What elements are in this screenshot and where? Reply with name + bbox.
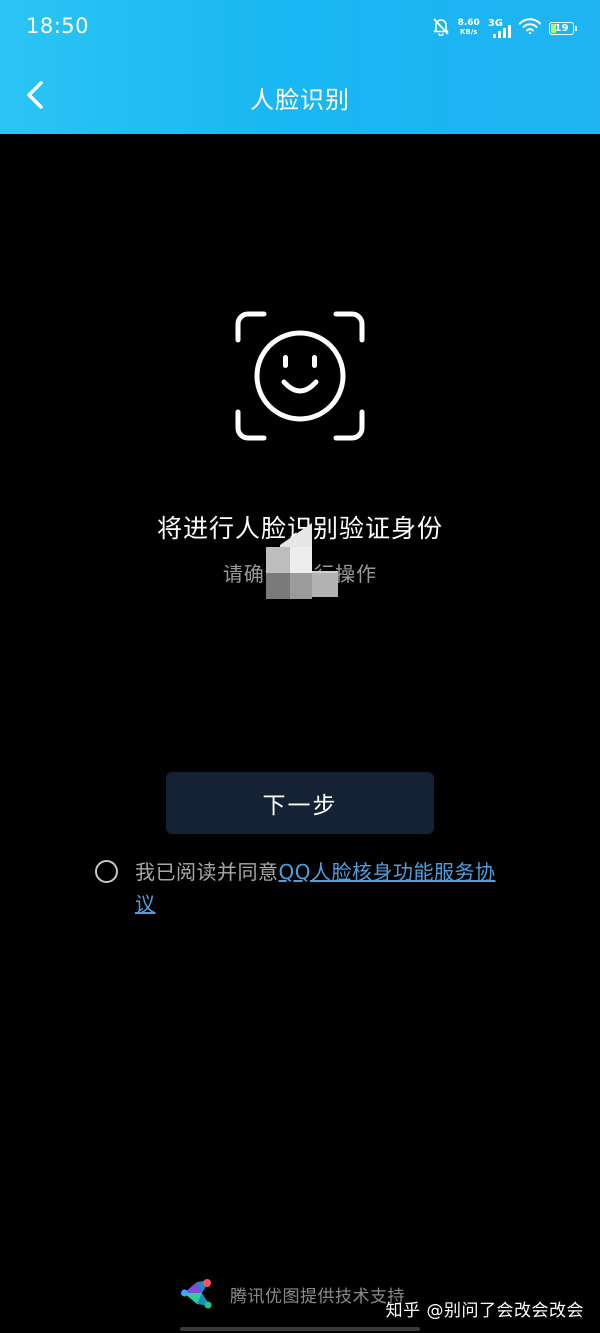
status-icons: 8.60 KB/s 3G 19: [432, 16, 577, 40]
nav-bar: 人脸识别: [0, 56, 600, 134]
header-area: 18:50 8.60 KB/s 3G 19 人脸识别: [0, 0, 600, 134]
battery-level: 19: [554, 22, 569, 34]
status-bar: 18:50 8.60 KB/s 3G 19: [0, 0, 600, 56]
zhihu-watermark: 知乎 @别问了会改会改会: [385, 1301, 584, 1321]
face-scan-icon: [235, 311, 365, 441]
face-recognition-screen: 18:50 8.60 KB/s 3G 19 人脸识别 将进行人脸识别验证身份 请…: [0, 0, 600, 1333]
tech-support-text: 腾讯优图提供技术支持: [230, 1287, 405, 1307]
main-title: 将进行人脸识别验证身份: [156, 514, 443, 543]
wifi-icon: [519, 18, 541, 38]
network-type: 3G: [487, 17, 503, 29]
battery-icon: 19: [549, 21, 577, 35]
identity-prompt: 请确认是 行操作: [222, 562, 378, 586]
net-speed-value: 8.60: [457, 18, 480, 28]
mute-bell-icon: [432, 16, 450, 40]
agreement-checkbox[interactable]: [95, 860, 118, 883]
next-step-button[interactable]: 下一步: [166, 772, 434, 834]
status-time: 18:50: [26, 14, 90, 38]
agreement-prefix: 我已阅读并同意: [135, 860, 279, 884]
youtu-logo-icon: [181, 1279, 212, 1309]
net-speed: 8.60 KB/s: [458, 19, 480, 37]
home-indicator[interactable]: [180, 1327, 420, 1331]
agreement-text: 我已阅读并同意QQ人脸核身功能服务协议: [135, 856, 515, 920]
page-title: 人脸识别: [250, 86, 350, 114]
net-speed-unit: KB/s: [459, 28, 478, 36]
